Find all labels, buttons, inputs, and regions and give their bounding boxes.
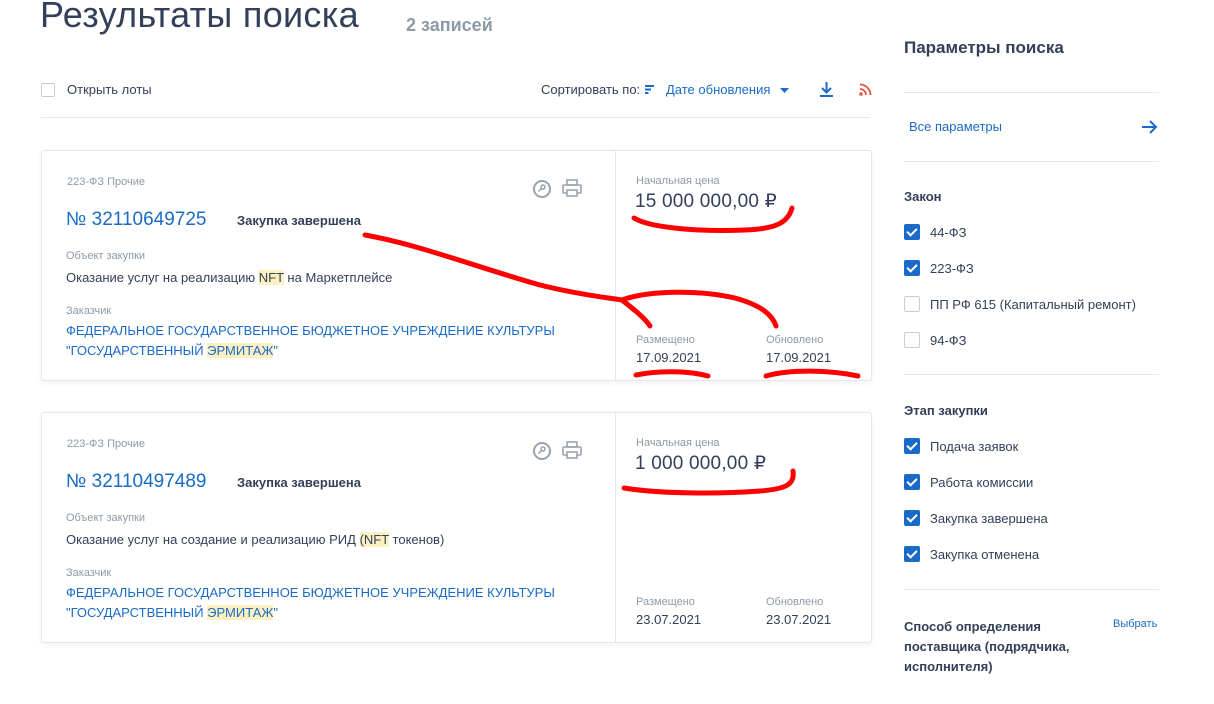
method-select-link[interactable]: Выбрать [1113, 618, 1157, 630]
purchase-object: Оказание услуг на создание и реализацию … [66, 532, 445, 547]
stage-label[interactable]: Закупка отменена [930, 547, 1039, 562]
sidebar-divider [904, 589, 1159, 590]
stage-checkbox[interactable] [904, 438, 920, 454]
initial-price: 15 000 000,00 ₽ [635, 191, 777, 212]
law-checkbox[interactable] [904, 260, 920, 276]
checkbox-box[interactable] [904, 332, 920, 348]
stage-label[interactable]: Закупка завершена [930, 511, 1048, 526]
sidebar-divider [904, 161, 1159, 162]
price-label: Начальная цена [636, 437, 720, 449]
customer-link[interactable]: ФЕДЕРАЛЬНОЕ ГОСУДАРСТВЕННОЕ БЮДЖЕТНОЕ УЧ… [66, 321, 555, 361]
toolbar-divider [41, 117, 870, 118]
law-heading: Закон [904, 189, 942, 204]
stage-checkbox[interactable] [904, 474, 920, 490]
result-card-1: 223-ФЗ Прочие № 32110649725 Закупка заве… [41, 150, 872, 381]
download-icon[interactable] [819, 81, 834, 98]
chevron-down-icon[interactable] [780, 88, 789, 94]
card-divider [615, 151, 616, 380]
result-card-2: 223-ФЗ Прочие № 32110497489 Закупка заве… [41, 412, 872, 643]
updated-label: Обновлено [766, 596, 824, 608]
purchase-status: Закупка завершена [237, 475, 361, 490]
card-divider [615, 413, 616, 642]
initial-price: 1 000 000,00 ₽ [635, 453, 767, 474]
sort-dropdown[interactable]: Дате обновления [666, 82, 770, 97]
key-icon[interactable] [533, 180, 551, 198]
sort-label: Сортировать по: [541, 82, 641, 97]
object-label: Объект закупки [66, 250, 146, 262]
law-checkbox[interactable] [904, 296, 920, 312]
object-label: Объект закупки [66, 512, 146, 524]
law-type: 223-ФЗ Прочие [67, 176, 145, 188]
record-count: 2 записей [406, 15, 493, 35]
customer-label: Заказчик [66, 567, 112, 579]
stage-checkbox[interactable] [904, 546, 920, 562]
checkbox-box[interactable] [904, 224, 920, 240]
stage-heading: Этап закупки [904, 403, 988, 418]
checkbox-box[interactable] [904, 438, 920, 454]
stage-label[interactable]: Подача заявок [930, 439, 1018, 454]
placed-label: Размещено [636, 334, 695, 346]
law-label[interactable]: 44-ФЗ [930, 225, 967, 240]
purchase-number-link[interactable]: № 32110649725 [66, 209, 207, 231]
stage-checkbox[interactable] [904, 510, 920, 526]
sidebar-divider [904, 374, 1159, 375]
sort-order-icon[interactable] [645, 85, 655, 94]
checkbox-box[interactable] [904, 510, 920, 526]
law-type: 223-ФЗ Прочие [67, 438, 145, 450]
law-label[interactable]: ПП РФ 615 (Капитальный ремонт) [930, 297, 1136, 312]
law-checkbox[interactable] [904, 332, 920, 348]
page-title: Результаты поиска [40, 0, 359, 35]
law-label[interactable]: 94-ФЗ [930, 333, 967, 348]
updated-label: Обновлено [766, 334, 824, 346]
sidebar-divider [904, 92, 1159, 93]
purchase-object: Оказание услуг на реализацию NFT на Марк… [66, 270, 393, 285]
open-lots-label[interactable]: Открыть лоты [67, 82, 152, 97]
rss-icon[interactable] [859, 83, 872, 96]
customer-label: Заказчик [66, 305, 112, 317]
checkbox-box[interactable] [904, 296, 920, 312]
updated-date: 23.07.2021 [766, 612, 832, 627]
stage-label[interactable]: Работа комиссии [930, 475, 1033, 490]
placed-label: Размещено [636, 596, 695, 608]
print-icon[interactable] [562, 179, 582, 198]
all-params-link[interactable]: Все параметры [909, 119, 1002, 134]
law-label[interactable]: 223-ФЗ [930, 261, 974, 276]
placed-date: 17.09.2021 [636, 350, 702, 365]
placed-date: 23.07.2021 [636, 612, 702, 627]
customer-link[interactable]: ФЕДЕРАЛЬНОЕ ГОСУДАРСТВЕННОЕ БЮДЖЕТНОЕ УЧ… [66, 583, 555, 623]
law-checkbox[interactable] [904, 224, 920, 240]
checkbox-box[interactable] [904, 474, 920, 490]
purchase-status: Закупка завершена [237, 213, 361, 228]
price-label: Начальная цена [636, 175, 720, 187]
arrow-right-icon[interactable] [1141, 120, 1158, 134]
open-lots-checkbox[interactable] [41, 83, 55, 97]
key-icon[interactable] [533, 442, 551, 460]
purchase-number-link[interactable]: № 32110497489 [66, 471, 207, 493]
print-icon[interactable] [562, 441, 582, 460]
updated-date: 17.09.2021 [766, 350, 832, 365]
sidebar-title: Параметры поиска [904, 38, 1064, 57]
method-heading: Способ определения поставщика (подрядчик… [904, 619, 1070, 674]
checkbox-box[interactable] [904, 546, 920, 562]
checkbox-box[interactable] [904, 260, 920, 276]
